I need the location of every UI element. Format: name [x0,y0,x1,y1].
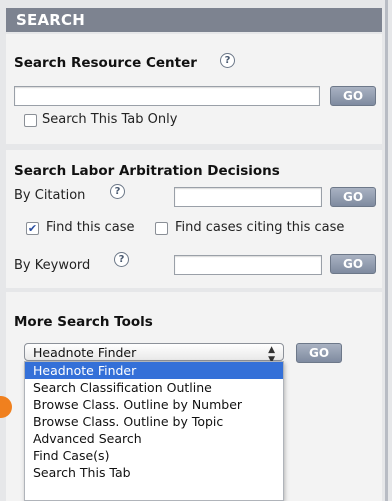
citation-input[interactable] [174,187,322,207]
search-header: SEARCH [6,8,382,32]
search-tools-select[interactable]: Headnote Finder ▲ ▼ [24,343,284,365]
by-citation-label: By Citation [14,188,86,203]
resource-search-input[interactable] [14,86,320,106]
find-citing-label: Find cases citing this case [175,220,345,235]
dropdown-option[interactable]: Browse Class. Outline by Number [25,396,283,413]
keyword-go-button[interactable]: GO [330,254,376,274]
find-case-checkbox[interactable]: ✔ [26,222,39,235]
tools-go-button[interactable]: GO [296,343,342,363]
resource-go-button[interactable]: GO [330,86,376,106]
keyword-input[interactable] [174,255,322,275]
dropdown-option[interactable]: Find Case(s) [25,447,283,464]
help-icon[interactable]: ? [110,184,125,199]
citation-go-button[interactable]: GO [330,187,376,207]
dropdown-option[interactable]: Headnote Finder [25,362,283,379]
by-keyword-label: By Keyword [14,258,91,273]
dropdown-option[interactable]: Search This Tab [25,464,283,481]
labor-arbitration-title: Search Labor Arbitration Decisions [14,163,280,179]
search-tab-only-label: Search This Tab Only [42,112,178,127]
help-icon[interactable]: ? [220,53,235,68]
search-tools-dropdown: Headnote Finder Search Classification Ou… [24,361,284,501]
search-tab-only-checkbox[interactable] [24,114,37,127]
more-search-tools-title: More Search Tools [14,314,153,330]
find-citing-checkbox[interactable] [155,222,168,235]
help-icon[interactable]: ? [114,252,129,267]
find-case-label: Find this case [46,220,135,235]
select-value: Headnote Finder [33,345,137,360]
resource-center-title: Search Resource Center [14,55,197,71]
dropdown-option[interactable]: Advanced Search [25,430,283,447]
dropdown-option[interactable]: Browse Class. Outline by Topic [25,413,283,430]
dropdown-option[interactable]: Search Classification Outline [25,379,283,396]
